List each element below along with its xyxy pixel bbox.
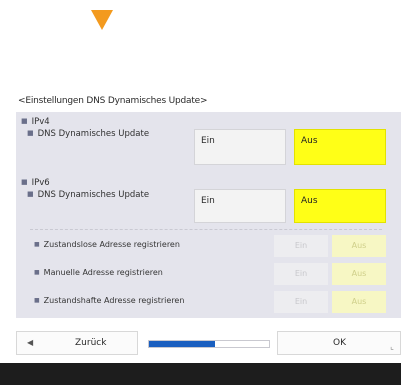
ok-button-label: OK bbox=[333, 338, 346, 348]
stateful-aus-button[interactable]: Aus bbox=[332, 291, 386, 313]
ipv4-aus-button[interactable]: Aus bbox=[294, 129, 386, 165]
bullet-icon: ■ bbox=[27, 129, 34, 137]
manual-aus-button[interactable]: Aus bbox=[332, 263, 386, 285]
bullet-icon: ■ bbox=[27, 190, 34, 198]
stateless-aus-button[interactable]: Aus bbox=[332, 235, 386, 257]
page-title: <Einstellungen DNS Dynamisches Update> bbox=[18, 96, 208, 106]
stateful-ein-button[interactable]: Ein bbox=[274, 291, 328, 313]
progress-bar bbox=[148, 340, 270, 348]
ok-button[interactable]: OK ⌞ bbox=[277, 331, 401, 355]
bullet-icon: ■ bbox=[34, 297, 40, 304]
bullet-icon: ■ bbox=[34, 241, 40, 248]
stateless-ein-button[interactable]: Ein bbox=[274, 235, 328, 257]
ipv4-section-label: ■ IPv4 bbox=[21, 117, 50, 127]
progress-fill bbox=[149, 341, 215, 347]
back-button-label: Zurück bbox=[75, 338, 107, 348]
ipv6-section-label: ■ IPv6 bbox=[21, 178, 50, 188]
ipv6-dns-update-label: ■ DNS Dynamisches Update bbox=[27, 190, 150, 200]
bullet-icon: ■ bbox=[34, 269, 40, 276]
down-arrow-icon bbox=[91, 10, 113, 30]
corner-icon: ⌞ bbox=[390, 342, 394, 351]
back-arrow-icon: ◀ bbox=[27, 338, 34, 347]
divider bbox=[30, 229, 382, 230]
footer-bar bbox=[0, 363, 401, 385]
ipv6-ein-button[interactable]: Ein bbox=[194, 189, 286, 223]
manual-ein-button[interactable]: Ein bbox=[274, 263, 328, 285]
stateless-address-label: ■ Zustandslose Adresse registrieren bbox=[34, 240, 180, 249]
ipv4-ein-button[interactable]: Ein bbox=[194, 129, 286, 165]
bullet-icon: ■ bbox=[21, 178, 28, 186]
ipv4-dns-update-label: ■ DNS Dynamisches Update bbox=[27, 129, 150, 139]
stateful-address-label: ■ Zustandshafte Adresse registrieren bbox=[34, 296, 185, 305]
back-button[interactable]: ◀ Zurück bbox=[16, 331, 138, 355]
manual-address-label: ■ Manuelle Adresse registrieren bbox=[34, 268, 163, 277]
bullet-icon: ■ bbox=[21, 117, 28, 125]
ipv6-aus-button[interactable]: Aus bbox=[294, 189, 386, 223]
